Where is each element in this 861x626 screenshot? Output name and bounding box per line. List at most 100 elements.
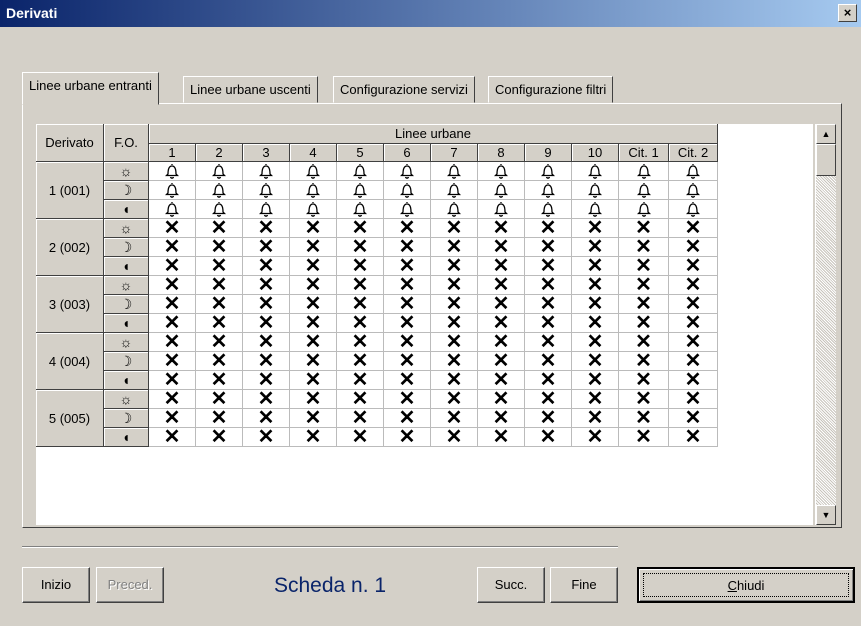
bell-icon-graphic <box>353 183 367 198</box>
bell-icon-graphic <box>636 202 651 217</box>
bell-icon-graphic <box>212 202 226 217</box>
inizio-button[interactable]: Inizio <box>22 567 90 603</box>
sun-icon: ☼ <box>104 390 149 409</box>
derivato-row-header: 2 (002) <box>36 219 104 276</box>
half-moon-icon: ◖ <box>104 314 149 333</box>
bell-icon[interactable] <box>384 162 431 181</box>
bell-icon[interactable] <box>243 162 290 181</box>
preced-button[interactable]: Preced. <box>96 567 164 603</box>
bell-icon[interactable] <box>669 162 718 181</box>
half-moon-icon: ◖ <box>104 200 149 219</box>
chiudi-button[interactable]: Chiudi <box>637 567 855 603</box>
disabled-x-icon[interactable]: ✕ <box>669 427 718 447</box>
bell-icon[interactable] <box>196 162 243 181</box>
bell-icon[interactable] <box>478 181 525 200</box>
bell-icon[interactable] <box>525 181 572 200</box>
bell-icon-graphic <box>686 183 700 198</box>
bell-icon-graphic <box>165 202 179 217</box>
scroll-down-button[interactable]: ▼ <box>816 505 836 525</box>
scheda-label: Scheda n. 1 <box>273 574 387 597</box>
header-fo: F.O. <box>104 124 149 162</box>
column-header: Cit. 2 <box>669 144 718 162</box>
sun-icon: ☼ <box>104 162 149 181</box>
bell-icon-graphic <box>400 183 414 198</box>
bell-icon-graphic <box>165 183 179 198</box>
derivato-row-header: 4 (004) <box>36 333 104 390</box>
derivato-row-header: 1 (001) <box>36 162 104 219</box>
column-header: 3 <box>243 144 290 162</box>
tab-configurazione-servizi[interactable]: Configurazione servizi <box>333 76 475 103</box>
bell-icon[interactable] <box>619 162 669 181</box>
bell-icon-graphic <box>494 183 508 198</box>
bell-icon-graphic <box>447 164 461 179</box>
bell-icon-graphic <box>447 183 461 198</box>
bell-icon[interactable] <box>337 162 384 181</box>
succ-button[interactable]: Succ. <box>477 567 545 603</box>
disabled-x-icon[interactable]: ✕ <box>525 427 572 447</box>
disabled-x-icon[interactable]: ✕ <box>243 427 290 447</box>
bell-icon[interactable] <box>525 162 572 181</box>
disabled-x-icon[interactable]: ✕ <box>290 427 337 447</box>
bell-icon-graphic <box>353 164 367 179</box>
bell-icon-graphic <box>353 202 367 217</box>
bell-icon[interactable] <box>478 162 525 181</box>
fine-button[interactable]: Fine <box>550 567 618 603</box>
bell-icon-graphic <box>447 202 461 217</box>
bell-icon-graphic <box>541 202 555 217</box>
disabled-x-icon[interactable]: ✕ <box>572 427 619 447</box>
bell-icon-graphic <box>588 164 602 179</box>
column-header: 5 <box>337 144 384 162</box>
bell-icon-graphic <box>259 202 273 217</box>
close-button[interactable]: × <box>838 4 857 22</box>
disabled-x-icon[interactable]: ✕ <box>478 427 525 447</box>
bell-icon-graphic <box>306 183 320 198</box>
disabled-x-icon[interactable]: ✕ <box>431 427 478 447</box>
bell-icon[interactable] <box>431 162 478 181</box>
bell-icon[interactable] <box>572 181 619 200</box>
bell-icon[interactable] <box>149 181 196 200</box>
disabled-x-icon[interactable]: ✕ <box>196 427 243 447</box>
scroll-thumb[interactable] <box>816 144 836 176</box>
bell-icon-graphic <box>400 202 414 217</box>
bell-icon-graphic <box>636 164 651 179</box>
disabled-x-icon[interactable]: ✕ <box>337 427 384 447</box>
disabled-x-icon[interactable]: ✕ <box>619 427 669 447</box>
bell-icon[interactable] <box>384 181 431 200</box>
bell-icon-graphic <box>212 164 226 179</box>
title-bar: Derivati × <box>0 0 861 27</box>
derivato-row-header: 5 (005) <box>36 390 104 447</box>
bell-icon-graphic <box>212 183 226 198</box>
column-header: 2 <box>196 144 243 162</box>
bell-icon[interactable] <box>337 181 384 200</box>
derivati-grid: Derivato F.O. Linee urbane 1 2 3 4 5 6 7 8 9 10 Cit. … <box>36 124 813 525</box>
bell-icon-graphic <box>494 202 508 217</box>
bell-icon[interactable] <box>431 181 478 200</box>
column-header: 7 <box>431 144 478 162</box>
vertical-scrollbar[interactable]: ▲ ▼ <box>815 124 836 525</box>
header-derivato: Derivato <box>36 124 104 162</box>
sun-icon: ☼ <box>104 219 149 238</box>
scroll-track[interactable] <box>816 176 836 505</box>
bell-icon-graphic <box>541 183 555 198</box>
sun-icon: ☼ <box>104 333 149 352</box>
bell-icon[interactable] <box>572 162 619 181</box>
column-header: 6 <box>384 144 431 162</box>
bell-icon-graphic <box>636 183 651 198</box>
bell-icon[interactable] <box>290 181 337 200</box>
bell-icon[interactable] <box>290 162 337 181</box>
scroll-up-button[interactable]: ▲ <box>816 124 836 144</box>
bell-icon[interactable] <box>243 181 290 200</box>
bell-icon[interactable] <box>669 181 718 200</box>
disabled-x-icon[interactable]: ✕ <box>149 427 196 447</box>
half-moon-icon: ◖ <box>104 428 149 447</box>
column-header: 9 <box>525 144 572 162</box>
tab-linee-urbane-uscenti[interactable]: Linee urbane uscenti <box>183 76 318 103</box>
disabled-x-icon[interactable]: ✕ <box>384 427 431 447</box>
bell-icon-graphic <box>686 164 700 179</box>
tab-configurazione-filtri[interactable]: Configurazione filtri <box>488 76 614 103</box>
tab-linee-urbane-entranti[interactable]: Linee urbane entranti <box>22 72 159 105</box>
bell-icon[interactable] <box>149 162 196 181</box>
bell-icon[interactable] <box>619 181 669 200</box>
bell-icon[interactable] <box>196 181 243 200</box>
window-title: Derivati <box>6 5 58 21</box>
